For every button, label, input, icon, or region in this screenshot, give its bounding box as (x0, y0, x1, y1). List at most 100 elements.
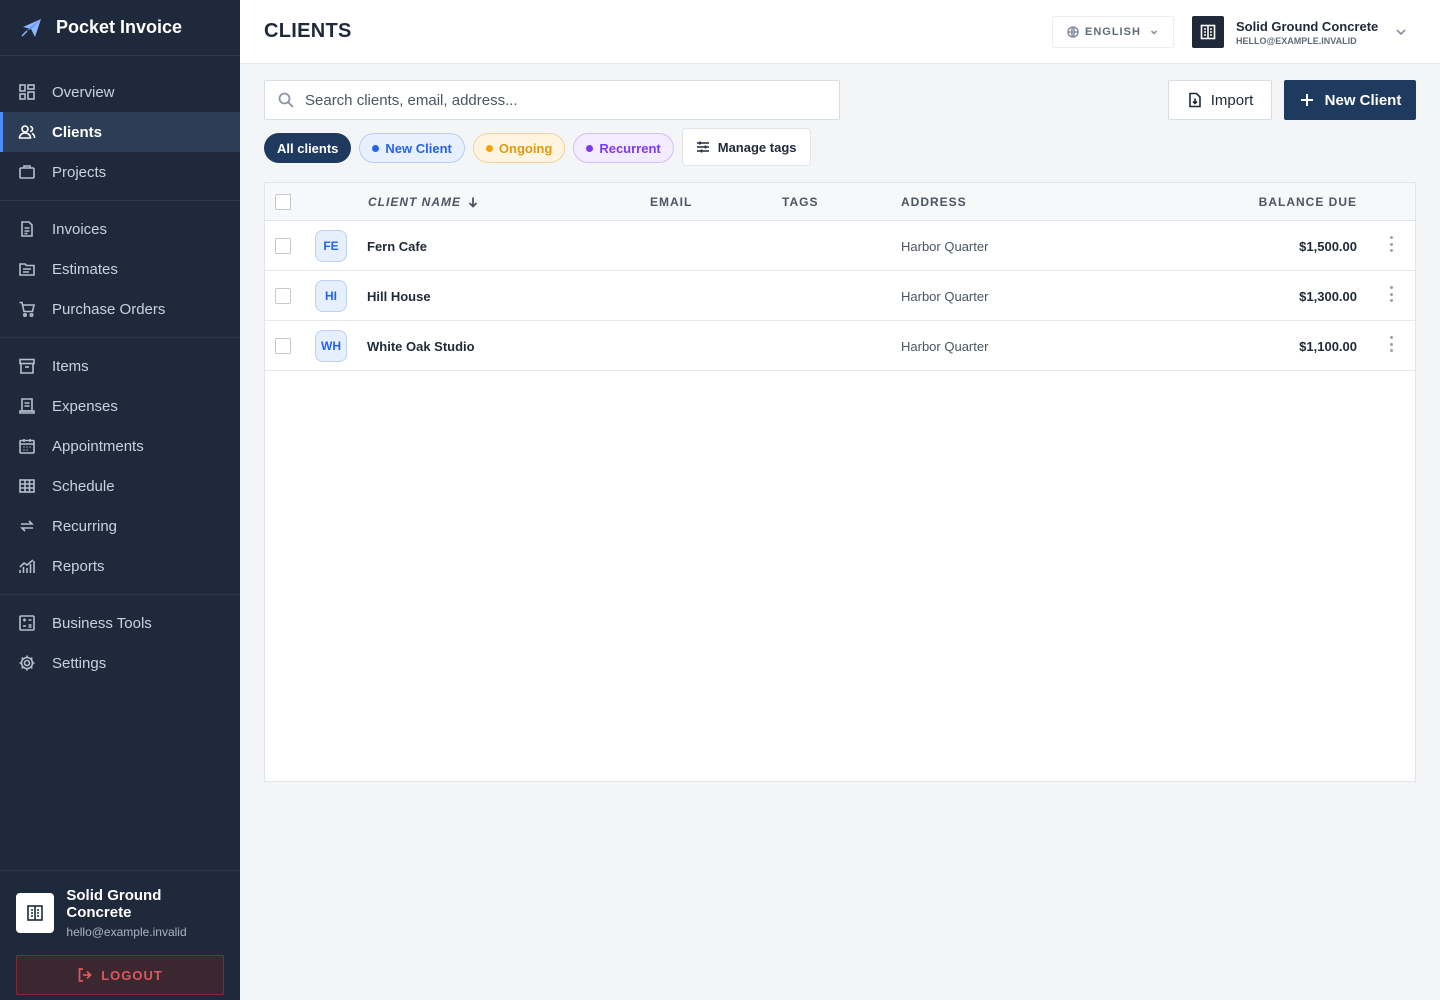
column-header-tags[interactable]: TAGS (782, 195, 818, 209)
folder-icon (18, 260, 36, 278)
paper-plane-icon (21, 18, 41, 37)
avatar: HI (315, 280, 347, 312)
select-all-checkbox[interactable] (275, 194, 291, 210)
filter-label: New Client (385, 140, 452, 156)
sidebar-item-settings[interactable]: Settings (0, 643, 240, 683)
avatar: WH (315, 330, 347, 362)
filter-label: Recurrent (599, 140, 661, 156)
manage-tags-button[interactable]: Manage tags (681, 128, 811, 166)
client-address: Harbor Quarter (901, 239, 989, 254)
building-icon (16, 893, 55, 933)
more-vertical-icon[interactable] (1387, 286, 1395, 302)
client-balance: $1,500.00 (1299, 239, 1357, 254)
sidebar-item-label: Expenses (52, 397, 118, 415)
import-button[interactable]: Import (1168, 80, 1272, 120)
filter-label: All clients (277, 140, 339, 156)
client-name[interactable]: Hill House (367, 289, 431, 304)
brand[interactable]: Pocket Invoice (0, 0, 240, 56)
sidebar-item-projects[interactable]: Projects (0, 152, 240, 192)
sidebar: Pocket Invoice Overview Clients Projects… (0, 0, 240, 1000)
sidebar-item-items[interactable]: Items (0, 346, 240, 386)
chevron-down-icon (1396, 29, 1406, 36)
column-header-balance-due[interactable]: BALANCE DUE (1259, 195, 1357, 209)
archive-icon (18, 357, 36, 375)
filter-new-client[interactable]: New Client (359, 133, 465, 163)
row-checkbox[interactable] (275, 288, 291, 304)
sidebar-item-recurring[interactable]: Recurring (0, 506, 240, 546)
sidebar-item-estimates[interactable]: Estimates (0, 249, 240, 289)
sidebar-item-business-tools[interactable]: Business Tools (0, 603, 240, 643)
language-selector[interactable]: ENGLISH (1052, 16, 1174, 48)
row-checkbox[interactable] (275, 238, 291, 254)
logout-icon (78, 968, 92, 982)
page-title: CLIENTS (264, 20, 352, 42)
sidebar-item-reports[interactable]: Reports (0, 546, 240, 586)
table-row[interactable]: FE Fern Cafe Harbor Quarter $1,500.00 (265, 221, 1415, 271)
sidebar-item-appointments[interactable]: Appointments (0, 426, 240, 466)
search-input[interactable] (305, 91, 839, 109)
client-balance: $1,100.00 (1299, 339, 1357, 354)
sidebar-item-label: Schedule (52, 477, 115, 495)
arrow-down-icon (468, 197, 478, 208)
sidebar-item-label: Projects (52, 163, 107, 181)
grid-icon (18, 83, 36, 101)
table-header: CLIENT NAME EMAIL TAGS ADDRESS BALANCE D… (265, 183, 1415, 221)
sidebar-item-purchase-orders[interactable]: Purchase Orders (0, 289, 240, 329)
sidebar-account-email: hello@example.invalid (66, 925, 187, 939)
logout-button[interactable]: LOGOUT (16, 955, 224, 995)
sidebar-item-label: Business Tools (52, 614, 152, 632)
column-header-label: CLIENT NAME (368, 195, 461, 209)
sidebar-item-label: Recurring (52, 517, 118, 535)
table-row[interactable]: WH White Oak Studio Harbor Quarter $1,10… (265, 321, 1415, 371)
sidebar-item-expenses[interactable]: Expenses (0, 386, 240, 426)
repeat-icon (18, 517, 36, 535)
file-import-icon (1188, 92, 1201, 108)
sidebar-footer: Solid Ground Concrete hello@example.inva… (0, 870, 240, 1000)
more-vertical-icon[interactable] (1387, 336, 1395, 352)
new-client-label: New Client (1324, 91, 1402, 109)
sidebar-item-invoices[interactable]: Invoices (0, 209, 240, 249)
sidebar-item-overview[interactable]: Overview (0, 72, 240, 112)
client-name[interactable]: White Oak Studio (367, 339, 475, 354)
filter-recurrent[interactable]: Recurrent (573, 133, 674, 163)
new-client-button[interactable]: New Client (1284, 80, 1416, 120)
globe-icon (1067, 26, 1079, 38)
calendar-icon (18, 437, 36, 455)
filter-ongoing[interactable]: Ongoing (472, 133, 566, 163)
receipt-icon (18, 397, 36, 415)
search-field[interactable] (264, 80, 840, 120)
chart-icon (18, 557, 36, 575)
sidebar-item-label: Settings (52, 654, 107, 672)
column-header-client-name[interactable]: CLIENT NAME (368, 195, 479, 209)
filter-label: Ongoing (498, 140, 553, 156)
filter-all-clients[interactable]: All clients (264, 133, 352, 163)
app-name: Pocket Invoice (56, 17, 183, 37)
cart-icon (18, 300, 36, 318)
client-balance: $1,300.00 (1299, 289, 1357, 304)
column-header-email[interactable]: EMAIL (650, 195, 692, 209)
more-vertical-icon[interactable] (1387, 236, 1395, 252)
sidebar-item-clients[interactable]: Clients (0, 112, 240, 152)
sidebar-item-label: Appointments (52, 437, 144, 455)
account-name: Solid Ground Concrete (1236, 18, 1379, 34)
import-label: Import (1210, 91, 1254, 109)
sidebar-item-label: Clients (52, 123, 103, 141)
row-checkbox[interactable] (275, 338, 291, 354)
table-row[interactable]: HI Hill House Harbor Quarter $1,300.00 (265, 271, 1415, 321)
client-name[interactable]: Fern Cafe (367, 239, 427, 254)
sidebar-item-label: Items (52, 357, 89, 375)
top-header: CLIENTS ENGLISH Solid Ground Concrete HE… (240, 0, 1440, 64)
sidebar-item-schedule[interactable]: Schedule (0, 466, 240, 506)
manage-tags-label: Manage tags (717, 139, 797, 155)
sidebar-account[interactable]: Solid Ground Concrete hello@example.inva… (16, 887, 224, 939)
account-menu[interactable]: Solid Ground Concrete HELLO@EXAMPLE.INVA… (1192, 16, 1408, 48)
language-label: ENGLISH (1085, 26, 1141, 38)
tag-dot (586, 144, 594, 152)
table-icon (18, 477, 36, 495)
sidebar-item-label: Reports (52, 557, 105, 575)
nav-group-main: Overview Clients Projects (0, 56, 240, 201)
clients-table: CLIENT NAME EMAIL TAGS ADDRESS BALANCE D… (264, 182, 1416, 782)
tag-dot (485, 144, 493, 152)
document-icon (18, 220, 36, 238)
column-header-address[interactable]: ADDRESS (901, 195, 967, 209)
